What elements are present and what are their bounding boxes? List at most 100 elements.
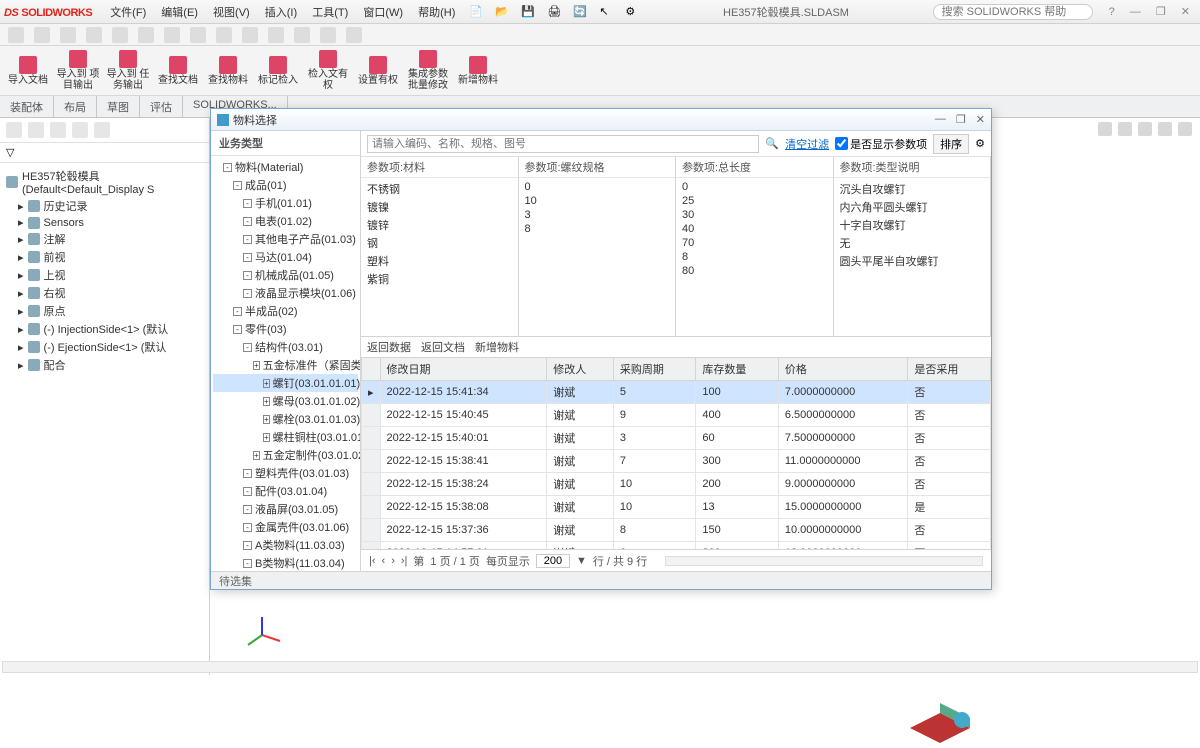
material-tree-item[interactable]: +螺柱铜柱(03.01.01.04)	[213, 428, 358, 446]
material-tree-item[interactable]: -电表(01.02)	[213, 212, 358, 230]
feature-tree-root[interactable]: HE357轮毂模具 (Default<Default_Display S	[2, 167, 207, 197]
canvas-tool-icon[interactable]	[1138, 122, 1152, 136]
tree-expander-icon[interactable]: -	[243, 253, 252, 262]
table-row[interactable]: 2022-12-15 15:38:41谢斌730011.0000000000否	[362, 450, 991, 473]
tool-icon[interactable]	[268, 27, 284, 43]
tab-evaluate[interactable]: 评估	[140, 96, 183, 117]
material-tree-item[interactable]: -塑料壳件(03.01.03)	[213, 464, 358, 482]
tree-expander-icon[interactable]: +	[263, 433, 270, 442]
clear-filter-link[interactable]: 清空过滤	[785, 136, 829, 152]
show-params-checkbox[interactable]: 是否显示参数项	[835, 136, 927, 152]
param-option[interactable]: 70	[682, 236, 827, 250]
options-icon[interactable]: ⚙	[625, 5, 639, 19]
return-data-button[interactable]: 返回数据	[367, 339, 411, 355]
feature-tree-item[interactable]: ▸前视	[2, 248, 207, 266]
param-option[interactable]: 30	[682, 208, 827, 222]
feature-tree-item[interactable]: ▸右视	[2, 284, 207, 302]
menu-view[interactable]: 视图(V)	[213, 7, 250, 19]
tree-expander-icon[interactable]: -	[243, 469, 252, 478]
add-material-button[interactable]: 新增物料	[475, 339, 519, 355]
param-option[interactable]: 8	[525, 222, 670, 236]
tool-icon[interactable]	[34, 27, 50, 43]
sort-button[interactable]: 排序	[933, 134, 969, 154]
material-tree-item[interactable]: -手机(01.01)	[213, 194, 358, 212]
help-icon[interactable]: ?	[1109, 6, 1115, 18]
feature-tree-item[interactable]: ▸注解	[2, 230, 207, 248]
table-row[interactable]: 2022-12-15 14:57:01谢斌630013.0000000000否	[362, 542, 991, 550]
pager-first[interactable]: |‹	[369, 555, 376, 567]
material-tree-item[interactable]: +五金标准件（紧固类插件...	[213, 356, 358, 374]
param-option[interactable]: 10	[525, 194, 670, 208]
tool-icon[interactable]	[112, 27, 128, 43]
tool-icon[interactable]	[294, 27, 310, 43]
tree-expander-icon[interactable]: -	[243, 343, 252, 352]
pager-scrollbar[interactable]	[665, 556, 983, 566]
feature-tree-item[interactable]: ▸配合	[2, 356, 207, 374]
canvas-tool-icon[interactable]	[1178, 122, 1192, 136]
dialog-titlebar[interactable]: 物料选择 — ❐ ✕	[211, 109, 991, 131]
ribbon-button[interactable]: 设置有权	[356, 48, 400, 93]
tool-icon[interactable]	[320, 27, 336, 43]
tree-expander-icon[interactable]: -	[243, 523, 252, 532]
tree-expander-icon[interactable]: -	[243, 271, 252, 280]
pager-last[interactable]: ›|	[401, 555, 408, 567]
param-option[interactable]: 3	[525, 208, 670, 222]
dialog-minimize[interactable]: —	[935, 113, 946, 126]
tree-expander-icon[interactable]: -	[243, 505, 252, 514]
return-doc-button[interactable]: 返回文档	[421, 339, 465, 355]
tree-expander-icon[interactable]: -	[243, 235, 252, 244]
menu-insert[interactable]: 插入(I)	[265, 7, 297, 19]
tree-expander-icon[interactable]: -	[223, 163, 232, 172]
material-tree-item[interactable]: -物料(Material)	[213, 158, 358, 176]
pager-next[interactable]: ›	[391, 555, 395, 567]
pager-prev[interactable]: ‹	[382, 555, 386, 567]
param-option[interactable]: 钢	[367, 234, 512, 252]
feature-tree-item[interactable]: ▸原点	[2, 302, 207, 320]
open-icon[interactable]: 📂	[495, 5, 509, 19]
tree-expander-icon[interactable]: -	[243, 199, 252, 208]
menu-edit[interactable]: 编辑(E)	[161, 7, 198, 19]
param-option[interactable]: 塑料	[367, 252, 512, 270]
ribbon-button[interactable]: 标记检入	[256, 48, 300, 93]
dialog-maximize[interactable]: ❐	[956, 113, 966, 126]
tree-expander-icon[interactable]: -	[233, 325, 242, 334]
material-tree-item[interactable]: -半成品(02)	[213, 302, 358, 320]
param-option[interactable]: 沉头自攻螺钉	[840, 180, 985, 198]
material-tree-item[interactable]: +螺钉(03.01.01.01)	[213, 374, 358, 392]
material-tree-item[interactable]: -马达(01.04)	[213, 248, 358, 266]
menu-file[interactable]: 文件(F)	[110, 7, 146, 19]
tree-expander-icon[interactable]: -	[243, 541, 252, 550]
canvas-tool-icon[interactable]	[1158, 122, 1172, 136]
param-option[interactable]: 无	[840, 234, 985, 252]
ribbon-button[interactable]: 集成参数批量修改	[406, 48, 450, 93]
param-option[interactable]: 十字自攻螺钉	[840, 216, 985, 234]
tree-expander-icon[interactable]: -	[243, 559, 252, 568]
ribbon-button[interactable]: 查找文档	[156, 48, 200, 93]
rebuild-icon[interactable]: 🔄	[573, 5, 587, 19]
col-adopt[interactable]: 是否采用	[908, 358, 991, 381]
param-option[interactable]: 镀镍	[367, 198, 512, 216]
param-option[interactable]: 25	[682, 194, 827, 208]
material-tree-item[interactable]: -B类物料(11.03.04)	[213, 554, 358, 571]
tree-expander-icon[interactable]: -	[243, 217, 252, 226]
canvas-tool-icon[interactable]	[1118, 122, 1132, 136]
tool-icon[interactable]	[346, 27, 362, 43]
feature-tree-item[interactable]: ▸Sensors	[2, 215, 207, 230]
col-stock[interactable]: 库存数量	[696, 358, 779, 381]
material-tree-item[interactable]: +五金定制件(03.01.02)	[213, 446, 358, 464]
ribbon-button[interactable]: 新增物料	[456, 48, 500, 93]
canvas-tool-icon[interactable]	[1098, 122, 1112, 136]
tool-icon[interactable]	[8, 27, 24, 43]
param-option[interactable]: 内六角平圆头螺钉	[840, 198, 985, 216]
material-tree-item[interactable]: -结构件(03.01)	[213, 338, 358, 356]
material-tree-item[interactable]: -金属壳件(03.01.06)	[213, 518, 358, 536]
tab-assembly[interactable]: 装配体	[0, 96, 54, 117]
param-option[interactable]: 0	[682, 180, 827, 194]
ribbon-button[interactable]: 导入文档	[6, 48, 50, 93]
col-date[interactable]: 修改日期	[380, 358, 547, 381]
material-tree-item[interactable]: -液晶显示模块(01.06)	[213, 284, 358, 302]
material-tree-item[interactable]: -成品(01)	[213, 176, 358, 194]
tree-expander-icon[interactable]: +	[253, 451, 260, 460]
menu-help[interactable]: 帮助(H)	[418, 7, 455, 19]
table-row[interactable]: 2022-12-15 15:40:01谢斌3607.5000000000否	[362, 427, 991, 450]
